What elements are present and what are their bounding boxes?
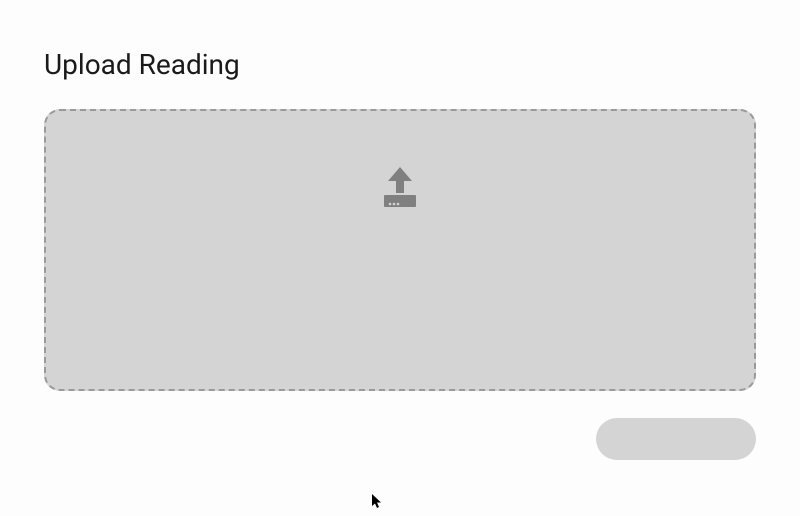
submit-button[interactable] [596, 418, 756, 460]
page-title: Upload Reading [44, 48, 756, 81]
file-dropzone[interactable] [44, 109, 756, 391]
upload-reading-panel: Upload Reading [0, 0, 800, 391]
mouse-cursor-icon [372, 494, 384, 510]
upload-icon [376, 163, 424, 211]
